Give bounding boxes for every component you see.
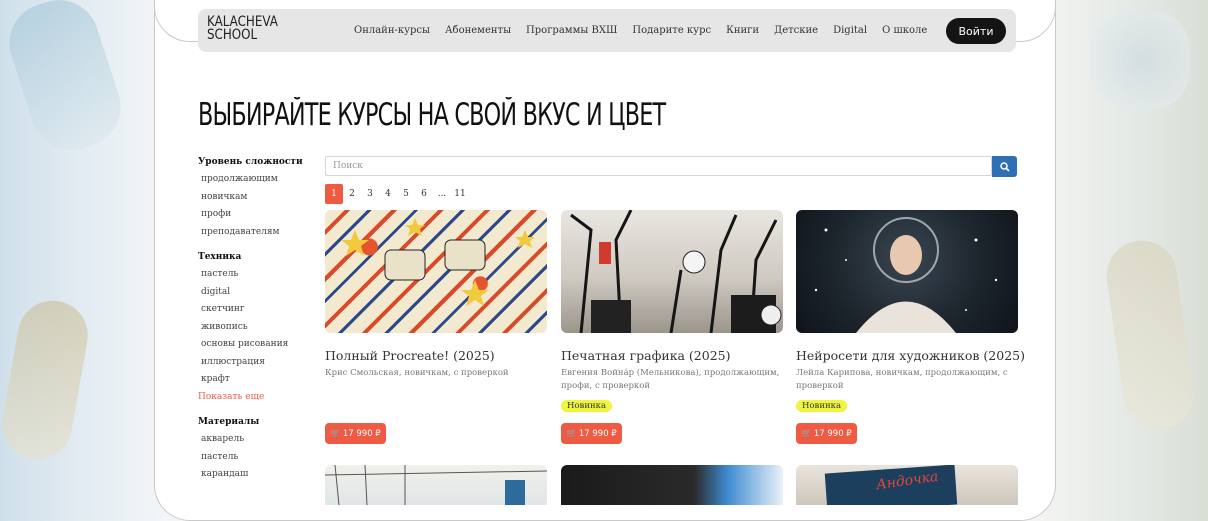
page-button[interactable]: 1 bbox=[325, 184, 343, 204]
course-card[interactable]: Нейросети для художников (2025) Лейла Ка… bbox=[796, 210, 1025, 444]
page-button[interactable]: 6 bbox=[415, 184, 433, 204]
page-frame: KALACHEVA SCHOOL Онлайн-курсы Абонементы… bbox=[154, 0, 1056, 521]
price-label: 17 990 ₽ bbox=[813, 428, 852, 439]
cart-icon: 🛒 bbox=[330, 428, 341, 439]
course-title[interactable]: Полный Procreate! (2025) bbox=[325, 348, 547, 363]
course-card[interactable]: Печатная графика (2025) Евгения Война́р … bbox=[561, 210, 783, 444]
filter-item[interactable]: скетчинг bbox=[198, 301, 308, 319]
course-card[interactable]: Полный Procreate! (2025) Крис Смольская,… bbox=[325, 210, 547, 444]
price-button[interactable]: 🛒 17 990 ₽ bbox=[561, 423, 622, 444]
nav-item-online-courses[interactable]: Онлайн-курсы bbox=[354, 25, 430, 36]
pagination: 1 2 3 4 5 6 ... 11 bbox=[325, 184, 469, 204]
filter-item[interactable]: преподавателям bbox=[198, 224, 308, 242]
course-image[interactable]: Андочка bbox=[796, 465, 1018, 505]
course-meta: Лейла Карипова, новичкам, продолжающим, … bbox=[796, 368, 1008, 391]
price-button[interactable]: 🛒 17 990 ₽ bbox=[796, 423, 857, 444]
price-label: 17 990 ₽ bbox=[342, 428, 381, 439]
illustration-graphic bbox=[325, 465, 547, 505]
filter-item[interactable]: крафт bbox=[198, 371, 308, 389]
brush-decoration-left bbox=[0, 0, 131, 161]
course-title[interactable]: Печатная графика (2025) bbox=[561, 348, 783, 363]
login-button[interactable]: Войти bbox=[946, 18, 1006, 44]
filter-item[interactable]: основы рисования bbox=[198, 336, 308, 354]
nav-item-books[interactable]: Книги bbox=[726, 25, 759, 36]
brush-decoration-right-top bbox=[1090, 10, 1190, 110]
filter-title-technique: Техника bbox=[198, 252, 242, 262]
filter-item[interactable]: карандаш bbox=[198, 466, 308, 484]
filter-sidebar: Уровень сложности продолжающим новичкам … bbox=[198, 157, 308, 495]
brush-decoration-left-bottom bbox=[0, 295, 94, 465]
nav-item-programs[interactable]: Программы ВХШ bbox=[526, 25, 617, 36]
course-image[interactable] bbox=[561, 465, 783, 505]
search-button[interactable] bbox=[992, 156, 1017, 177]
filter-item[interactable]: иллюстрация bbox=[198, 354, 308, 372]
filter-item[interactable]: пастель bbox=[198, 266, 308, 284]
page-button[interactable]: 5 bbox=[397, 184, 415, 204]
page-button[interactable]: 2 bbox=[343, 184, 361, 204]
course-image[interactable] bbox=[325, 210, 547, 333]
search-icon bbox=[999, 161, 1010, 172]
course-image[interactable] bbox=[561, 210, 783, 333]
filter-item[interactable]: digital bbox=[198, 284, 308, 302]
cart-icon: 🛒 bbox=[566, 428, 577, 439]
filter-item[interactable]: живопись bbox=[198, 319, 308, 337]
cart-icon: 🛒 bbox=[801, 428, 812, 439]
nav-item-about[interactable]: О школе bbox=[882, 25, 927, 36]
filter-item[interactable]: новичкам bbox=[198, 189, 308, 207]
nav-item-subscriptions[interactable]: Абонементы bbox=[445, 25, 511, 36]
page-title: ВЫБИРАЙТЕ КУРСЫ НА СВОЙ ВКУС И ЦВЕТ bbox=[198, 97, 666, 133]
brush-decoration-right bbox=[1102, 236, 1198, 434]
new-badge: Новинка bbox=[796, 400, 848, 412]
filter-title-materials: Материалы bbox=[198, 417, 260, 427]
course-meta: Крис Смольская, новичкам, с проверкой bbox=[325, 368, 509, 378]
new-badge: Новинка bbox=[561, 400, 613, 412]
course-image[interactable] bbox=[325, 465, 547, 505]
logo[interactable]: KALACHEVA SCHOOL bbox=[207, 15, 278, 42]
course-title[interactable]: Нейросети для художников (2025) bbox=[796, 348, 1025, 363]
filter-item[interactable]: продолжающим bbox=[198, 171, 308, 189]
price-label: 17 990 ₽ bbox=[578, 428, 617, 439]
nav-item-kids[interactable]: Детские bbox=[774, 25, 818, 36]
page-button[interactable]: 4 bbox=[379, 184, 397, 204]
filter-item[interactable]: акварель bbox=[198, 431, 308, 449]
price-button[interactable]: 🛒 17 990 ₽ bbox=[325, 423, 386, 444]
filter-title-level: Уровень сложности bbox=[198, 157, 303, 167]
main-nav: Онлайн-курсы Абонементы Программы ВХШ По… bbox=[354, 25, 942, 36]
illustration-graphic bbox=[814, 217, 998, 333]
page-button[interactable]: 11 bbox=[451, 184, 469, 204]
page-button[interactable]: 3 bbox=[361, 184, 379, 204]
search-input[interactable]: Поиск bbox=[325, 156, 992, 176]
course-meta: Евгения Война́р (Мельникова), продолжающ… bbox=[561, 368, 780, 391]
nav-item-gift[interactable]: Подарите курс bbox=[632, 25, 711, 36]
show-more-link[interactable]: Показать еще bbox=[198, 389, 308, 407]
filter-item[interactable]: пастель bbox=[198, 449, 308, 467]
page-ellipsis: ... bbox=[437, 189, 447, 199]
illustration-graphic bbox=[341, 218, 535, 306]
site-header: KALACHEVA SCHOOL Онлайн-курсы Абонементы… bbox=[198, 9, 1016, 52]
nav-item-digital[interactable]: Digital bbox=[833, 25, 867, 36]
illustration-graphic bbox=[570, 210, 782, 333]
filter-item[interactable]: профи bbox=[198, 206, 308, 224]
course-image[interactable] bbox=[796, 210, 1018, 333]
